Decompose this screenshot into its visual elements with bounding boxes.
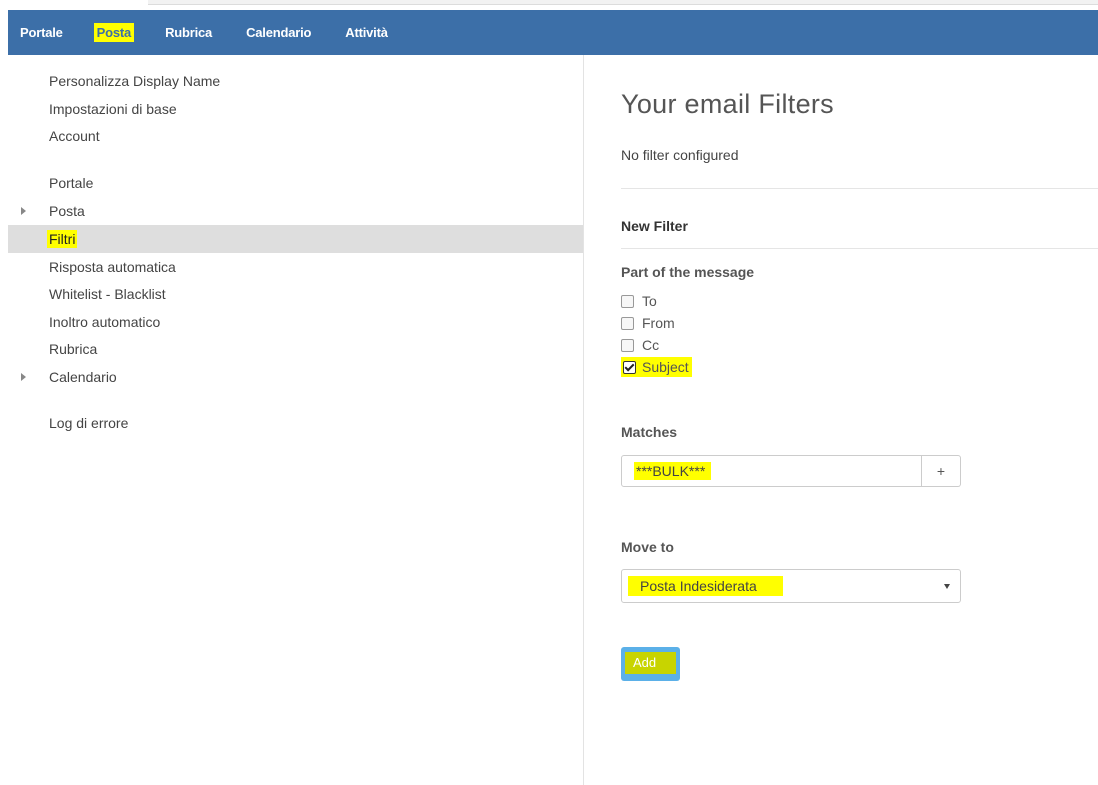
sidebar-item-label: Personalizza Display Name bbox=[49, 73, 221, 89]
nav-posta[interactable]: Posta bbox=[93, 23, 135, 42]
sidebar-item-account[interactable]: Account bbox=[8, 122, 583, 150]
nav-rubrica[interactable]: Rubrica bbox=[165, 25, 212, 40]
matches-input-value: ***BULK*** bbox=[634, 462, 712, 480]
checkbox-label: To bbox=[642, 293, 657, 309]
page-title: Your email Filters bbox=[621, 89, 834, 119]
sidebar-item-log[interactable]: Log di errore bbox=[8, 409, 583, 437]
checkbox-to[interactable]: To bbox=[621, 291, 657, 311]
sidebar-item-label: Log di errore bbox=[49, 415, 129, 431]
divider bbox=[621, 188, 1098, 189]
move-to-select[interactable]: Posta Indesiderata bbox=[621, 569, 961, 603]
expand-arrow-icon[interactable] bbox=[21, 373, 26, 381]
settings-sidebar: Personalizza Display Name Impostazioni d… bbox=[8, 55, 584, 785]
matches-input[interactable]: ***BULK*** bbox=[621, 455, 922, 487]
part-heading: Part of the message bbox=[621, 264, 755, 280]
sidebar-item-label: Rubrica bbox=[49, 341, 98, 357]
move-to-heading: Move to bbox=[621, 539, 674, 555]
matches-input-group: ***BULK*** + bbox=[621, 455, 961, 487]
nav-portale[interactable]: Portale bbox=[20, 25, 63, 40]
checkbox-label: Cc bbox=[642, 337, 660, 353]
sidebar-item-label: Calendario bbox=[49, 369, 117, 385]
top-navbar: Portale Posta Rubrica Calendario Attivit… bbox=[8, 10, 1098, 55]
sidebar-item-label: Filtri bbox=[47, 230, 78, 248]
sidebar-item-posta[interactable]: Posta bbox=[8, 197, 583, 225]
browser-top-strip bbox=[0, 0, 1098, 8]
sidebar-item-rubrica[interactable]: Rubrica bbox=[8, 335, 583, 363]
expand-arrow-icon[interactable] bbox=[21, 207, 26, 215]
sidebar-item-label: Account bbox=[49, 128, 100, 144]
checkbox-label: Subject bbox=[642, 359, 689, 375]
sidebar-item-inoltro[interactable]: Inoltro automatico bbox=[8, 308, 583, 336]
checkbox-from[interactable]: From bbox=[621, 313, 675, 333]
checkbox-box[interactable] bbox=[621, 316, 634, 330]
checkbox-label: From bbox=[642, 315, 675, 331]
checkbox-box[interactable] bbox=[621, 338, 634, 352]
caret-down-icon bbox=[944, 584, 950, 589]
sidebar-item-calendario[interactable]: Calendario bbox=[8, 363, 583, 391]
add-match-button[interactable]: + bbox=[922, 455, 961, 487]
sidebar-item-label: Portale bbox=[49, 175, 94, 191]
top-strip-line bbox=[148, 0, 1098, 5]
sidebar-item-impostazioni[interactable]: Impostazioni di base bbox=[8, 95, 583, 123]
no-filter-text: No filter configured bbox=[621, 147, 739, 163]
sidebar-item-label: Whitelist - Blacklist bbox=[49, 286, 166, 302]
checkbox-cc[interactable]: Cc bbox=[621, 335, 659, 355]
sidebar-item-filtri[interactable]: Filtri bbox=[8, 225, 583, 253]
nav-calendario[interactable]: Calendario bbox=[246, 25, 311, 40]
sidebar-item-whitelist[interactable]: Whitelist - Blacklist bbox=[8, 280, 583, 308]
matches-heading: Matches bbox=[621, 424, 678, 440]
add-filter-label: Add bbox=[625, 652, 676, 674]
sidebar-item-label: Inoltro automatico bbox=[49, 314, 161, 330]
move-to-selected-value: Posta Indesiderata bbox=[628, 576, 783, 596]
sidebar-item-display-name[interactable]: Personalizza Display Name bbox=[8, 67, 583, 95]
sidebar-item-portale[interactable]: Portale bbox=[8, 169, 583, 197]
checkbox-box-checked[interactable] bbox=[623, 360, 636, 374]
add-filter-button[interactable]: Add bbox=[621, 647, 680, 681]
nav-attivita[interactable]: Attività bbox=[345, 25, 388, 40]
divider bbox=[621, 248, 1098, 249]
checkbox-subject[interactable]: Subject bbox=[621, 357, 692, 377]
sidebar-item-label: Risposta automatica bbox=[49, 259, 176, 275]
new-filter-heading: New Filter bbox=[621, 218, 688, 234]
sidebar-item-label: Posta bbox=[49, 203, 85, 219]
sidebar-item-risposta[interactable]: Risposta automatica bbox=[8, 253, 583, 281]
checkbox-box[interactable] bbox=[621, 294, 634, 308]
sidebar-item-label: Impostazioni di base bbox=[49, 101, 177, 117]
filters-panel: Your email Filters No filter configured … bbox=[584, 55, 1098, 785]
